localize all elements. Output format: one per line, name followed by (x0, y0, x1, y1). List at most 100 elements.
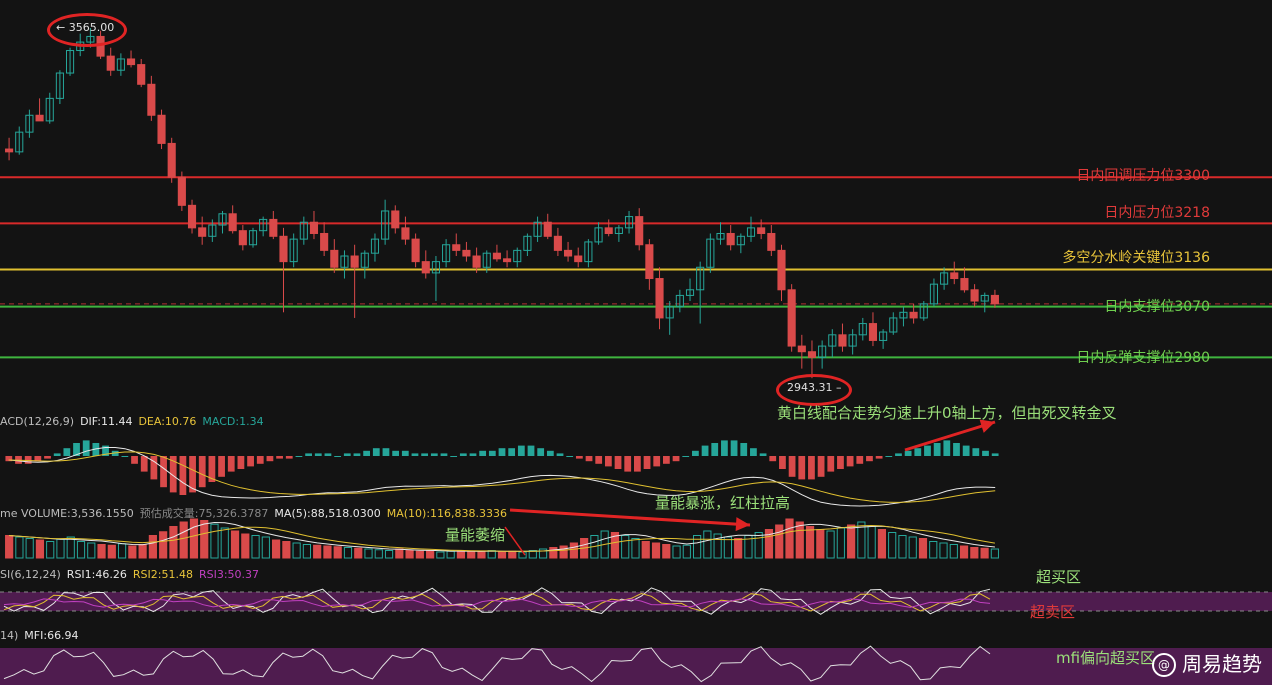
candle-body (167, 142, 176, 178)
macd-bar (334, 456, 341, 457)
macd-bar (469, 453, 477, 456)
volume-bar (138, 544, 147, 559)
volume-bar (128, 545, 137, 559)
macd-bar (198, 456, 206, 488)
candle-body (909, 311, 918, 319)
macd-bar (537, 448, 545, 456)
candle-body (553, 235, 562, 251)
volume-bar (877, 529, 887, 559)
macd-bar (160, 456, 167, 488)
candle-body (472, 255, 481, 268)
macd-bar (363, 450, 371, 456)
level-label-3136: 多空分水岭关键位3136 (1062, 250, 1210, 266)
rsi-header: SI(6,12,24) RSI1:46.26 RSI2:51.48 RSI3:50.3… (0, 568, 265, 581)
high-price-label: ← 3565.00 (56, 21, 115, 34)
macd-bar (343, 453, 351, 456)
candle-body (492, 252, 501, 260)
macd-bar (285, 456, 293, 459)
macd-annotation: 黄白线配合走势匀速上升0轴上方，但由死叉转金叉 (777, 404, 1117, 422)
macd-bar (121, 456, 129, 457)
candle-body (147, 83, 156, 116)
macd-bar (982, 450, 989, 456)
candle-body (411, 238, 420, 263)
macd-bar (682, 456, 690, 457)
volume-bar (497, 551, 507, 559)
volume-bar (97, 544, 106, 559)
volume-ma5: MA(5):88,518.0300 (274, 507, 381, 520)
candle-body (187, 204, 197, 229)
volume-bar (200, 520, 209, 559)
volume-bar (405, 550, 414, 559)
candle-body (35, 114, 44, 122)
macd-bar (614, 456, 622, 469)
candle-body (635, 216, 644, 246)
macd-bar (498, 448, 506, 456)
macd-bar (856, 456, 864, 464)
chart-stage: 日内回调压力位3300 日内压力位3218 多空分水岭关键位3136 日内支撑位… (0, 0, 1272, 685)
volume-bar (415, 550, 424, 559)
volume-bar (395, 548, 404, 559)
dif-value: DIF:11.44 (80, 415, 133, 428)
volume-bar (805, 526, 815, 559)
candle-body (157, 114, 166, 144)
candle-body (543, 221, 552, 237)
macd-bar (788, 456, 796, 477)
macd-bar (817, 456, 825, 477)
volume-bar (230, 530, 240, 559)
volume-bar (189, 518, 199, 559)
low-price-label: 2943.31 – (787, 381, 842, 394)
macd-bar (353, 453, 361, 456)
volume-bar (785, 518, 794, 559)
volume-bar (662, 544, 671, 559)
macd-bar (711, 443, 719, 456)
macd-bar (314, 453, 322, 456)
candlestick-chart[interactable] (0, 0, 1272, 685)
macd-bar (769, 456, 777, 462)
macd-bar (798, 456, 806, 480)
macd-bar (750, 448, 757, 456)
macd-bar (895, 453, 902, 456)
candle-body (757, 227, 766, 234)
volume-bar (775, 524, 784, 559)
macd-bar (827, 456, 835, 472)
candle-body (797, 345, 806, 353)
volume-bar (959, 545, 969, 559)
macd-bar (556, 453, 564, 456)
macd-bar (672, 456, 680, 462)
macd-bar (643, 456, 651, 469)
macd-bar (885, 456, 893, 457)
volume-bar (549, 547, 558, 559)
candle-body (655, 278, 664, 319)
macd-bar (24, 456, 32, 464)
macd-prefix: ACD(12,26,9) (0, 415, 75, 428)
candle-body (807, 351, 817, 358)
macd-bar (63, 448, 71, 456)
candle-body (269, 218, 278, 237)
candle-body (787, 289, 796, 347)
volume-bar (569, 542, 578, 559)
mfi-annotation: mfi偏向超买区 (1056, 649, 1156, 667)
macd-bar (382, 448, 390, 456)
volume-bar (467, 551, 476, 559)
macd-bar (247, 456, 254, 467)
candle-body (177, 176, 186, 206)
volume-bar (980, 547, 989, 559)
candle-body (726, 232, 735, 246)
candle-body (462, 249, 471, 257)
macd-bar (440, 453, 448, 456)
candle-body (330, 249, 339, 268)
mfi-prefix: 14) (0, 629, 19, 642)
chart-background (0, 0, 1272, 685)
macd-bar (730, 440, 738, 456)
macd-bar (430, 453, 438, 456)
macd-bar (991, 453, 999, 456)
candle-body (137, 64, 146, 85)
volume-estimate: 预估成交量:75,326.3787 (139, 507, 269, 520)
macd-header: ACD(12,26,9) DIF:11.44 DEA:10.76 MACD:1.34 (0, 415, 270, 428)
candle-body (868, 323, 878, 341)
oversold-label: 超卖区 (1030, 603, 1076, 621)
volume-bar (508, 550, 517, 559)
candle-body (401, 227, 410, 240)
macd-bar (633, 456, 641, 472)
volume-bar (313, 544, 322, 559)
